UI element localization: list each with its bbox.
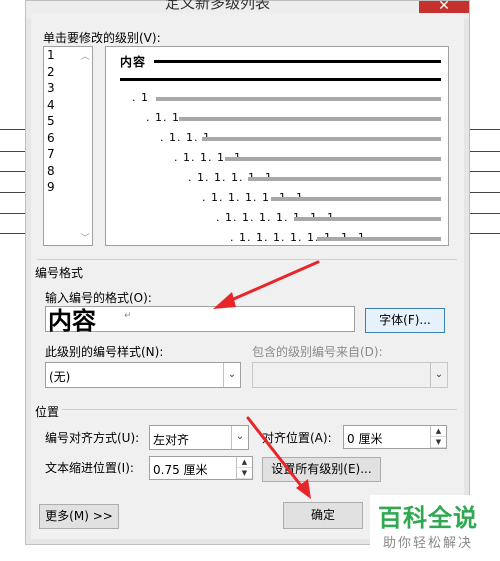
doc-line [470,233,500,234]
level-item[interactable]: 9 [44,179,92,196]
position-section-label: 位置 [35,403,63,420]
preview-bar-level-1-continuation [120,78,441,81]
preview-bar [294,217,441,221]
spin-up-icon[interactable]: ▲ [431,426,446,437]
doc-line [470,171,500,172]
set-all-levels-button[interactable]: 设置所有级别(E)... [262,457,381,482]
close-button[interactable]: ✕ [419,0,469,14]
level-preview: 内容 . 1. 1. 1. 1. 1. 1. 1. 1. 1. 1. 1. 1.… [105,46,449,246]
number-format-value: 内容 [48,307,96,335]
align-value: 左对齐 [153,433,190,447]
preview-bar [317,237,441,241]
align-at-stepper[interactable]: ▲ ▼ [430,426,446,448]
dialog-title: 定义新多级列表 [164,0,270,12]
watermark-logo: 百科全说 助你轻松解决 [370,495,500,555]
separator [37,409,457,410]
preview-bar [248,177,441,181]
align-select[interactable]: 左对齐 ⌄ [149,425,249,450]
level-listbox[interactable]: 123456789 [43,46,93,246]
preview-bar [225,157,441,161]
level-item[interactable]: 2 [44,64,92,81]
doc-line [0,151,25,152]
chevron-down-icon[interactable]: ⌄ [223,363,240,387]
spin-down-icon[interactable]: ▼ [431,437,446,448]
font-button[interactable]: 字体(F)... [365,308,445,333]
number-format-input[interactable]: 内容 ↵ [45,306,355,335]
indent-label: 文本缩进位置(I): [45,461,134,475]
chevron-down-icon[interactable]: ⌄ [231,426,248,449]
align-label: 编号对齐方式(U): [45,431,140,445]
separator [37,259,457,260]
preview-bar-level-1 [154,60,441,63]
level-item[interactable]: 5 [44,113,92,130]
paragraph-mark-icon: ↵ [124,311,132,321]
indent-input[interactable]: 0.75 厘米 ▲ ▼ [149,456,253,480]
indent-value: 0.75 厘米 [153,463,208,477]
doc-line [470,213,500,214]
include-level-label: 包含的级别编号来自(D): [252,345,383,359]
align-at-label: 对齐位置(A): [262,431,332,445]
doc-line [470,151,500,152]
number-style-label: 此级别的编号样式(N): [45,345,164,359]
chevron-down-icon[interactable]: ⌄ [430,363,447,387]
number-style-select[interactable]: (无) ⌄ [45,362,241,388]
ok-button[interactable]: 确定 [283,502,363,529]
spin-down-icon[interactable]: ▼ [237,468,252,479]
level-select-label: 单击要修改的级别(V): [43,31,161,45]
preview-number: . 1. 1 [146,111,180,124]
watermark-sub-text: 助你轻松解决 [383,536,474,551]
doc-line [0,171,25,172]
include-level-select[interactable]: ⌄ [252,362,448,388]
spin-up-icon[interactable]: ▲ [237,457,252,468]
preview-bar [156,97,441,101]
more-button[interactable]: 更多(M) >> [39,504,119,529]
level-item[interactable]: 7 [44,146,92,163]
preview-bar [202,137,441,141]
doc-line [470,129,500,130]
scroll-up-icon[interactable]: ︿ [79,49,91,62]
level-item[interactable]: 3 [44,80,92,97]
preview-bar [179,117,441,121]
number-format-section-label: 编号格式 [35,266,84,280]
level-item[interactable]: 4 [44,97,92,114]
doc-line [0,233,25,234]
number-style-value: (无) [49,370,71,384]
doc-line [0,192,25,193]
doc-line [0,129,25,130]
doc-line [470,192,500,193]
close-icon: ✕ [438,0,450,14]
align-at-value: 0 厘米 [347,432,383,446]
preview-bar [271,197,441,201]
doc-line [0,213,25,214]
level-item[interactable]: 6 [44,130,92,147]
watermark-main-text: 百科全说 [378,504,478,532]
indent-stepper[interactable]: ▲ ▼ [236,457,252,479]
align-at-input[interactable]: 0 厘米 ▲ ▼ [343,425,447,449]
preview-heading: 内容 [120,55,147,69]
level-item[interactable]: 8 [44,163,92,180]
scroll-down-icon[interactable]: ﹀ [79,231,91,244]
preview-number: . 1 [132,91,149,104]
